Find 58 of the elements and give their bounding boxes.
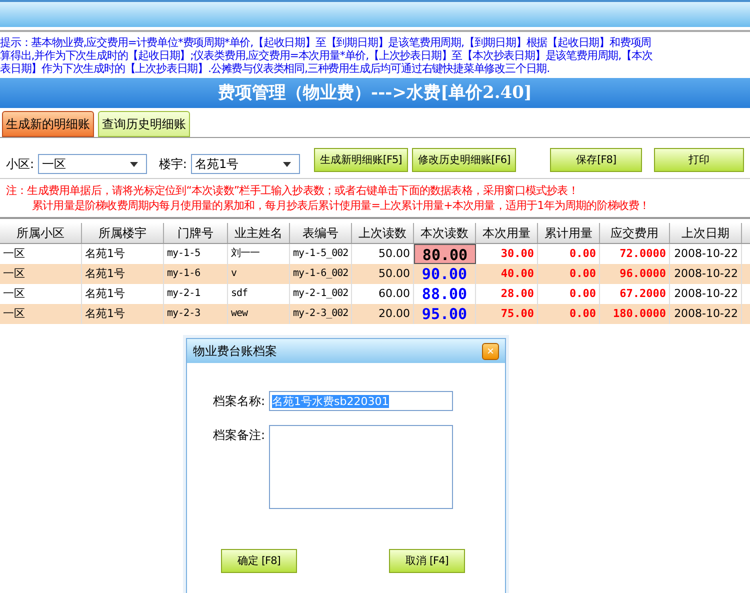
reading-cell[interactable]: 90.00 <box>414 264 476 284</box>
column-header[interactable]: 本次读数 <box>414 223 476 243</box>
table-cell: 名苑1号 <box>82 264 164 284</box>
building-label: 楼宇: <box>158 156 187 172</box>
column-header[interactable]: 表编号 <box>290 223 352 243</box>
dropdown-arrow-icon <box>130 162 138 166</box>
building-dropdown[interactable]: 名苑1号 <box>190 154 300 174</box>
reading-cell[interactable]: 95.00 <box>414 304 476 324</box>
dialog-button[interactable]: 取消 [F4] <box>389 549 465 573</box>
column-header[interactable]: 业主姓名 <box>228 223 290 243</box>
table-cell: my-2-3 <box>164 304 228 324</box>
remark-field[interactable] <box>269 425 454 509</box>
remark-label: 档案备注: <box>213 427 266 444</box>
table-cell: 40.00 <box>476 264 538 284</box>
table-cell: 一区 <box>0 304 82 324</box>
column-header[interactable]: 门牌号 <box>164 223 228 243</box>
toolbar-button[interactable]: 修改历史明细账[F6] <box>412 148 516 172</box>
table-cell: 名苑1号 <box>82 304 164 324</box>
table-cell: 96.0000 <box>600 264 670 284</box>
table-cell: 180.0000 <box>600 304 670 324</box>
toolbar-button[interactable]: 打印 <box>654 148 744 172</box>
table-cell: 0.00 <box>538 264 600 284</box>
column-header[interactable]: 本次用量 <box>476 223 538 243</box>
table-cell: wew <box>228 304 290 324</box>
note-text: 注：生成费用单据后，请将光标定位到“本次读数”栏手工输入抄表数；或者右键单击下面的数据表格，采用窗口模式抄表！ <box>6 183 580 198</box>
hint-text: 算得出,并作为下次生成时的【起收日期】;仪表类费用,应交费用=本次用量*单价,【上次抄表日期】至【本次抄表日期】是该笔费用周期,【本次 <box>0 49 654 62</box>
table-cell: my-1-6_002 <box>290 264 352 284</box>
note-text: 累计用量是阶梯收费周期内每月使用量的累加和，每月抄表后累计使用量=上次累计用量+本次用量，适用于1年为周期的阶梯收费！ <box>31 198 651 213</box>
column-header[interactable]: 累计用量 <box>538 223 600 243</box>
column-header[interactable]: 应交费用 <box>600 223 670 243</box>
page-title: 费项管理（物业费）--->水费[单价2.40] <box>0 78 750 108</box>
hint-text: 提示：基本物业费,应交费用=计费单位*费项周期*单价,【起收日期】至【到期日期】是该笔费用周期,【到期日期】根据【起收日期】和费项周 <box>0 36 652 49</box>
table-cell: v <box>228 264 290 284</box>
dialog-title: 物业费台账档案 <box>193 342 277 360</box>
toolbar-button[interactable]: 保存[F8] <box>550 148 642 172</box>
table-cell: 2008-10-22 <box>670 304 742 324</box>
table-cell: my-1-6 <box>164 264 228 284</box>
column-header[interactable]: 所属楼宇 <box>82 223 164 243</box>
reading-cell[interactable]: 80.00 <box>414 244 476 264</box>
district-label: 小区: <box>6 156 34 172</box>
table-cell: 20.00 <box>352 304 414 324</box>
table-cell: 0.00 <box>538 304 600 324</box>
column-header[interactable]: 上次读数 <box>352 223 414 243</box>
table-cell: 75.00 <box>476 304 538 324</box>
dialog-button[interactable]: 确定 [F8] <box>221 549 297 573</box>
table-cell: 2008-10-22 <box>670 264 742 284</box>
name-label: 档案名称: <box>213 393 266 410</box>
table-cell: my-2-3_002 <box>290 304 352 324</box>
column-header[interactable]: 所属小区 <box>0 223 82 243</box>
column-header[interactable]: 上次日期 <box>670 223 742 243</box>
table-cell: 50.00 <box>352 264 414 284</box>
district-dropdown[interactable]: 一区 <box>38 154 147 174</box>
dropdown-arrow-icon <box>282 162 291 166</box>
toolbar-button[interactable]: 生成新明细账[F5] <box>314 148 408 172</box>
tab[interactable]: 查询历史明细账 <box>98 111 190 137</box>
tab[interactable]: 生成新的明细账 <box>2 111 94 137</box>
hint-text: 表日期】作为下次生成时的【上次抄表日期】.公摊费与仪表类相同,三种费用生成后均可通过右键快捷菜单修改三个日期. <box>0 62 550 75</box>
table-cell: 一区 <box>0 264 82 284</box>
